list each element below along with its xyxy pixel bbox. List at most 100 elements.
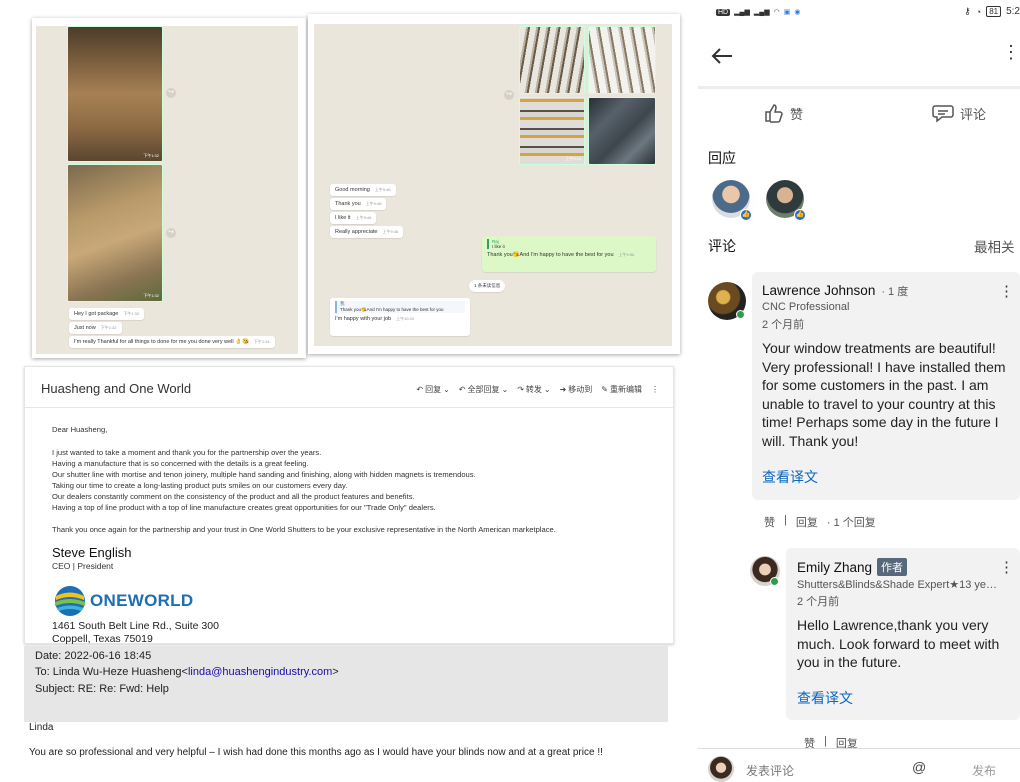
comment-card: Lawrence Johnson · 1 度 ⋮ CNC Professiona… <box>752 272 1020 500</box>
reply-email-header: Date: 2022-06-16 18:45 To: Linda Wu-Heze… <box>24 646 668 722</box>
comments-title: 评论 <box>708 238 736 254</box>
message-text: Thank you <box>335 201 361 207</box>
reply-icon: ↶ <box>416 385 424 394</box>
address-line: Coppell, Texas 75019 <box>52 633 153 645</box>
email-link[interactable]: linda@huashengindustry.com <box>188 666 332 678</box>
see-translation-link[interactable]: 查看译文 <box>797 688 853 708</box>
like-label: 赞 <box>790 106 804 122</box>
divider: | <box>784 514 787 526</box>
email-line: Having a top of line product with a top … <box>52 503 436 512</box>
move-to-button[interactable]: ➜ 移动到 <box>560 384 593 395</box>
logo-text: ONEWORLD <box>90 591 194 610</box>
message-time: 上午10:20 <box>396 316 415 321</box>
forward-icon[interactable]: ↪ <box>166 88 176 98</box>
reply-to-suffix: > <box>332 666 339 678</box>
divider <box>698 748 1020 749</box>
signature-address: 1461 South Belt Line Rd., Suite 300 Copp… <box>52 620 219 646</box>
app-icon: ◉ <box>794 9 801 16</box>
sort-dropdown[interactable]: 最相关 <box>974 236 1015 256</box>
reply-count[interactable]: · 1 个回复 <box>827 514 876 530</box>
more-icon[interactable]: ⋮ <box>651 384 659 395</box>
online-status-icon <box>770 577 779 586</box>
message-text: I like it <box>335 215 351 221</box>
commenter-name[interactable]: Emily Zhang <box>797 560 872 575</box>
email-greeting: Dear Huasheng, <box>52 425 108 434</box>
reactions-title: 回应 <box>708 150 736 166</box>
thumbs-up-icon <box>765 104 783 123</box>
at-mention-icon[interactable]: @ <box>912 759 926 775</box>
reedit-button[interactable]: ✎ 重新编辑 <box>601 384 642 395</box>
app-icon: ▣ <box>783 9 791 16</box>
message-time: 下午1:32 <box>123 311 140 316</box>
reply-all-button[interactable]: ↶ 全部回复 ⌄ <box>459 384 508 395</box>
reply-button[interactable]: ↶ 回复 ⌄ <box>416 384 449 395</box>
edit-icon: ✎ <box>601 385 608 394</box>
top-navbar: ⋮ <box>698 36 1020 76</box>
reply-body: You are so professional and very helpful… <box>29 747 603 758</box>
forward-icon: ↷ <box>517 385 524 394</box>
comment-reply-button[interactable]: 回复 <box>796 514 818 530</box>
email-line: Taking our time to create a long-lasting… <box>52 481 348 490</box>
reply-date: Date: 2022-06-16 18:45 <box>35 650 152 662</box>
email-line: Our dealers constantly comment on the co… <box>52 492 415 501</box>
signal-icons: HD ▂▄▆ ▂▄▆ ◠ ▣ ◉ <box>716 8 800 16</box>
comment-input[interactable]: 发表评论 <box>746 762 794 779</box>
forward-icon[interactable]: ↪ <box>166 228 176 238</box>
reply-subject: Subject: RE: Re: Fwd: Help <box>35 683 169 695</box>
reply-all-label: 全部回复 <box>467 385 500 394</box>
message-text: Thank you😘And I'm happy to have the best… <box>487 252 614 258</box>
message-text: I'm happy with your job <box>335 316 392 322</box>
globe-logo-icon <box>55 586 85 616</box>
wifi-icon: ◠ <box>773 9 780 16</box>
clock-time: 5:2 <box>1006 6 1020 17</box>
forward-button[interactable]: ↷ 转发 ⌄ <box>517 384 550 395</box>
email-closing: Thank you once again for the partnership… <box>52 525 556 534</box>
comment-time: 2 个月前 <box>797 596 840 608</box>
comment-text: Hello Lawrence,thank you very much. Look… <box>797 617 1000 670</box>
email-signature: Steve English CEO | President <box>52 545 132 571</box>
email-view: Huasheng and One World ↶ 回复 ⌄ ↶ 全部回复 ⌄ ↷ 转发 ⌄ … <box>24 366 674 646</box>
quoted-message: Raj I like it <box>487 239 651 249</box>
address-line: 1461 South Belt Line Rd., Suite 300 <box>52 620 219 632</box>
oneworld-logo: ONEWORLD <box>53 585 193 617</box>
photo-time: 上午9:15 <box>565 156 581 161</box>
back-arrow-icon[interactable] <box>710 46 734 66</box>
post-button[interactable]: 发布 <box>972 762 996 779</box>
commenter-name[interactable]: Lawrence Johnson <box>762 283 875 298</box>
reply-salutation: Linda <box>29 722 54 733</box>
comment-actions: 赞 | 回复 · 1 个回复 <box>764 514 876 530</box>
more-icon[interactable]: ⋮ <box>1002 42 1020 63</box>
email-toolbar: ↶ 回复 ⌄ ↶ 全部回复 ⌄ ↷ 转发 ⌄ ➜ 移动到 ✎ 重新编辑 ⋮ <box>416 384 659 395</box>
message-time: 上午9:46 <box>382 229 399 234</box>
signature-title: CEO | President <box>52 561 114 571</box>
see-translation-link[interactable]: 查看译文 <box>762 467 818 487</box>
email-line: Our shutter line with mortise and tenon … <box>52 470 476 479</box>
reply-message-bubble: 我 Thank you😘And I'm happy to have the be… <box>330 298 470 336</box>
status-right: ⚷ ◔ 81 5:2 <box>964 6 1020 17</box>
linkedin-phone-screen: HD ▂▄▆ ▂▄▆ ◠ ▣ ◉ ⚷ ◔ 81 5:2 ⋮ 赞 评论 回应 👍 … <box>686 0 1020 782</box>
commenter-headline: CNC Professional <box>762 301 850 313</box>
reply-to-prefix: To: Linda Wu-Heze Huasheng< <box>35 666 188 678</box>
comment-button[interactable]: 评论 <box>932 103 986 123</box>
more-icon[interactable]: ⋮ <box>999 282 1014 300</box>
message-text: Hey I got package <box>74 311 119 317</box>
like-button[interactable]: 赞 <box>764 103 803 123</box>
divider <box>25 407 673 408</box>
forward-icon[interactable]: ↪ <box>504 90 514 100</box>
message-bubble: Hey I got package 下午1:32 <box>69 308 145 320</box>
comment-icon <box>932 105 954 123</box>
online-status-icon <box>736 310 745 319</box>
unread-notice: 1 条未读信息 <box>469 280 506 292</box>
email-subject: Huasheng and One World <box>41 381 192 396</box>
photo-wrapped-stack <box>588 97 656 165</box>
more-icon[interactable]: ⋮ <box>999 558 1014 576</box>
signal-icon: ▂▄▆ <box>734 9 750 16</box>
reedit-label: 重新编辑 <box>610 385 642 394</box>
comment-like-button[interactable]: 赞 <box>764 514 775 530</box>
connection-degree: · 1 度 <box>881 286 909 298</box>
reply-comment-card: Emily Zhang 作者 ⋮ Shutters&Blinds&Shade E… <box>786 548 1020 720</box>
email-body: Dear Huasheng, I just wanted to take a m… <box>52 424 556 535</box>
like-reaction-icon: 👍 <box>740 209 752 221</box>
message-bubble: I like it 上午9:46 <box>330 212 377 224</box>
quoted-message: 我 Thank you😘And I'm happy to have the be… <box>335 301 465 313</box>
